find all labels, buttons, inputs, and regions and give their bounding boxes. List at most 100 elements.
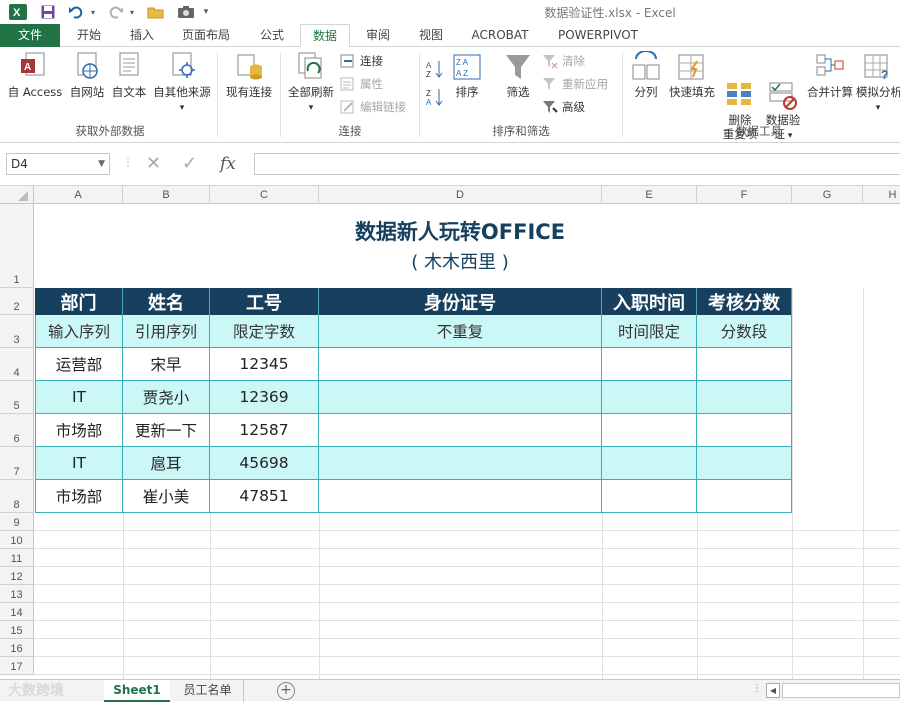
table-cell[interactable]: 45698 xyxy=(210,447,318,479)
from-text-button[interactable]: 自文本 xyxy=(108,51,150,99)
worksheet-grid[interactable]: A B C D E F G H 1 2 3 4 5 6 7 8 9 10 11 … xyxy=(0,186,900,679)
table-cell[interactable] xyxy=(602,381,696,413)
tab-file[interactable]: 文件 xyxy=(0,24,60,47)
row-header[interactable]: 14 xyxy=(0,603,34,621)
row-header[interactable]: 11 xyxy=(0,549,34,567)
column-header-c[interactable]: C xyxy=(210,186,319,204)
table-cell[interactable] xyxy=(319,381,601,413)
table-cell[interactable] xyxy=(602,480,696,512)
header-name[interactable]: 姓名 xyxy=(123,288,210,315)
insert-function-icon[interactable]: fx xyxy=(220,154,236,174)
scroll-left-icon[interactable]: ◀ xyxy=(766,683,780,698)
rule-cell[interactable]: 不重复 xyxy=(319,315,601,347)
table-cell[interactable]: 崔小美 xyxy=(123,480,209,512)
scroll-grip-icon[interactable]: ⋮ xyxy=(752,683,762,694)
properties-button[interactable]: 属性 xyxy=(340,74,383,94)
row-header[interactable]: 7 xyxy=(0,447,34,480)
sort-button[interactable]: Z AA Z 排序 xyxy=(448,51,486,99)
table-cell[interactable]: 47851 xyxy=(210,480,318,512)
header-dept[interactable]: 部门 xyxy=(35,288,123,315)
table-cell[interactable] xyxy=(697,381,791,413)
table-cell[interactable] xyxy=(602,414,696,446)
row-header[interactable]: 16 xyxy=(0,639,34,657)
sheet-tab-sheet1[interactable]: Sheet1 xyxy=(104,680,170,702)
table-cell[interactable]: 运营部 xyxy=(36,348,122,380)
cancel-icon[interactable]: ✕ xyxy=(146,153,161,174)
row-header[interactable]: 8 xyxy=(0,480,34,513)
add-sheet-icon[interactable]: + xyxy=(277,682,295,700)
from-web-button[interactable]: 自网站 xyxy=(66,51,108,99)
row-header[interactable]: 4 xyxy=(0,348,34,381)
table-cell[interactable] xyxy=(602,348,696,380)
sheet-tab-employees[interactable]: 员工名单 xyxy=(172,680,244,702)
refresh-all-button[interactable]: 全部刷新 ▾ xyxy=(284,51,338,115)
rule-cell[interactable]: 分数段 xyxy=(697,315,791,347)
table-cell[interactable] xyxy=(319,447,601,479)
sort-ascending-button[interactable]: AZ xyxy=(426,59,444,79)
table-cell[interactable]: 宋早 xyxy=(123,348,209,380)
table-cell[interactable]: 市场部 xyxy=(36,480,122,512)
row-header[interactable]: 5 xyxy=(0,381,34,414)
table-cell[interactable]: IT xyxy=(36,381,122,413)
tab-insert[interactable]: 插入 xyxy=(118,24,166,47)
filter-button[interactable]: 筛选 xyxy=(498,51,538,99)
rule-cell[interactable]: 输入序列 xyxy=(36,315,122,347)
column-header-f[interactable]: F xyxy=(697,186,792,204)
row-header[interactable]: 13 xyxy=(0,585,34,603)
rule-cell[interactable]: 限定字数 xyxy=(210,315,318,347)
table-cell[interactable] xyxy=(697,480,791,512)
header-score[interactable]: 考核分数 xyxy=(697,288,791,315)
table-cell[interactable]: 更新一下 xyxy=(123,414,209,446)
horizontal-scrollbar[interactable] xyxy=(782,683,900,698)
table-cell[interactable]: IT xyxy=(36,447,122,479)
table-cell[interactable] xyxy=(697,348,791,380)
tab-home[interactable]: 开始 xyxy=(66,24,112,47)
row-header[interactable]: 15 xyxy=(0,621,34,639)
row-header[interactable]: 1 xyxy=(0,204,34,288)
rule-cell[interactable]: 时间限定 xyxy=(602,315,696,347)
table-cell[interactable]: 市场部 xyxy=(36,414,122,446)
consolidate-button[interactable]: 合并计算 xyxy=(804,51,856,99)
tab-powerpivot[interactable]: POWERPIVOT xyxy=(548,24,648,47)
row-header[interactable]: 6 xyxy=(0,414,34,447)
rule-cell[interactable]: 引用序列 xyxy=(123,315,209,347)
select-all-corner[interactable] xyxy=(0,186,34,204)
reapply-button[interactable]: 重新应用 xyxy=(542,74,608,94)
row-header[interactable]: 12 xyxy=(0,567,34,585)
table-cell[interactable]: 12369 xyxy=(210,381,318,413)
tab-review[interactable]: 审阅 xyxy=(354,24,402,47)
column-header-b[interactable]: B xyxy=(123,186,210,204)
clear-filter-button[interactable]: 清除 xyxy=(542,51,585,71)
sort-descending-button[interactable]: ZA xyxy=(426,87,444,107)
row-header[interactable]: 10 xyxy=(0,531,34,549)
tab-view[interactable]: 视图 xyxy=(408,24,454,47)
table-cell[interactable] xyxy=(319,414,601,446)
from-other-sources-button[interactable]: 自其他来源 ▾ xyxy=(150,51,214,115)
row-header[interactable]: 3 xyxy=(0,315,34,348)
table-cell[interactable]: 12587 xyxy=(210,414,318,446)
table-cell[interactable]: 12345 xyxy=(210,348,318,380)
tab-formulas[interactable]: 公式 xyxy=(248,24,296,47)
header-id-number[interactable]: 身份证号 xyxy=(319,288,602,315)
header-employee-id[interactable]: 工号 xyxy=(210,288,319,315)
name-box[interactable]: D4 ▼ xyxy=(6,153,110,175)
column-header-h[interactable]: H xyxy=(863,186,900,204)
enter-icon[interactable]: ✓ xyxy=(182,153,197,174)
row-header[interactable]: 17 xyxy=(0,657,34,675)
table-cell[interactable] xyxy=(602,447,696,479)
from-access-button[interactable]: A 自 Access xyxy=(4,51,66,99)
table-cell[interactable]: 扈耳 xyxy=(123,447,209,479)
table-cell[interactable]: 贾尧小 xyxy=(123,381,209,413)
column-header-g[interactable]: G xyxy=(792,186,863,204)
header-hire-date[interactable]: 入职时间 xyxy=(602,288,697,315)
advanced-filter-button[interactable]: 高级 xyxy=(542,97,585,117)
chevron-down-icon[interactable]: ▼ xyxy=(98,154,105,174)
column-header-d[interactable]: D xyxy=(319,186,602,204)
column-header-a[interactable]: A xyxy=(34,186,123,204)
selected-cell-d4[interactable] xyxy=(319,348,601,380)
formula-input[interactable] xyxy=(254,153,900,175)
connections-button[interactable]: 连接 xyxy=(340,51,383,71)
column-header-e[interactable]: E xyxy=(602,186,697,204)
row-header[interactable]: 2 xyxy=(0,288,34,315)
table-cell[interactable] xyxy=(697,447,791,479)
